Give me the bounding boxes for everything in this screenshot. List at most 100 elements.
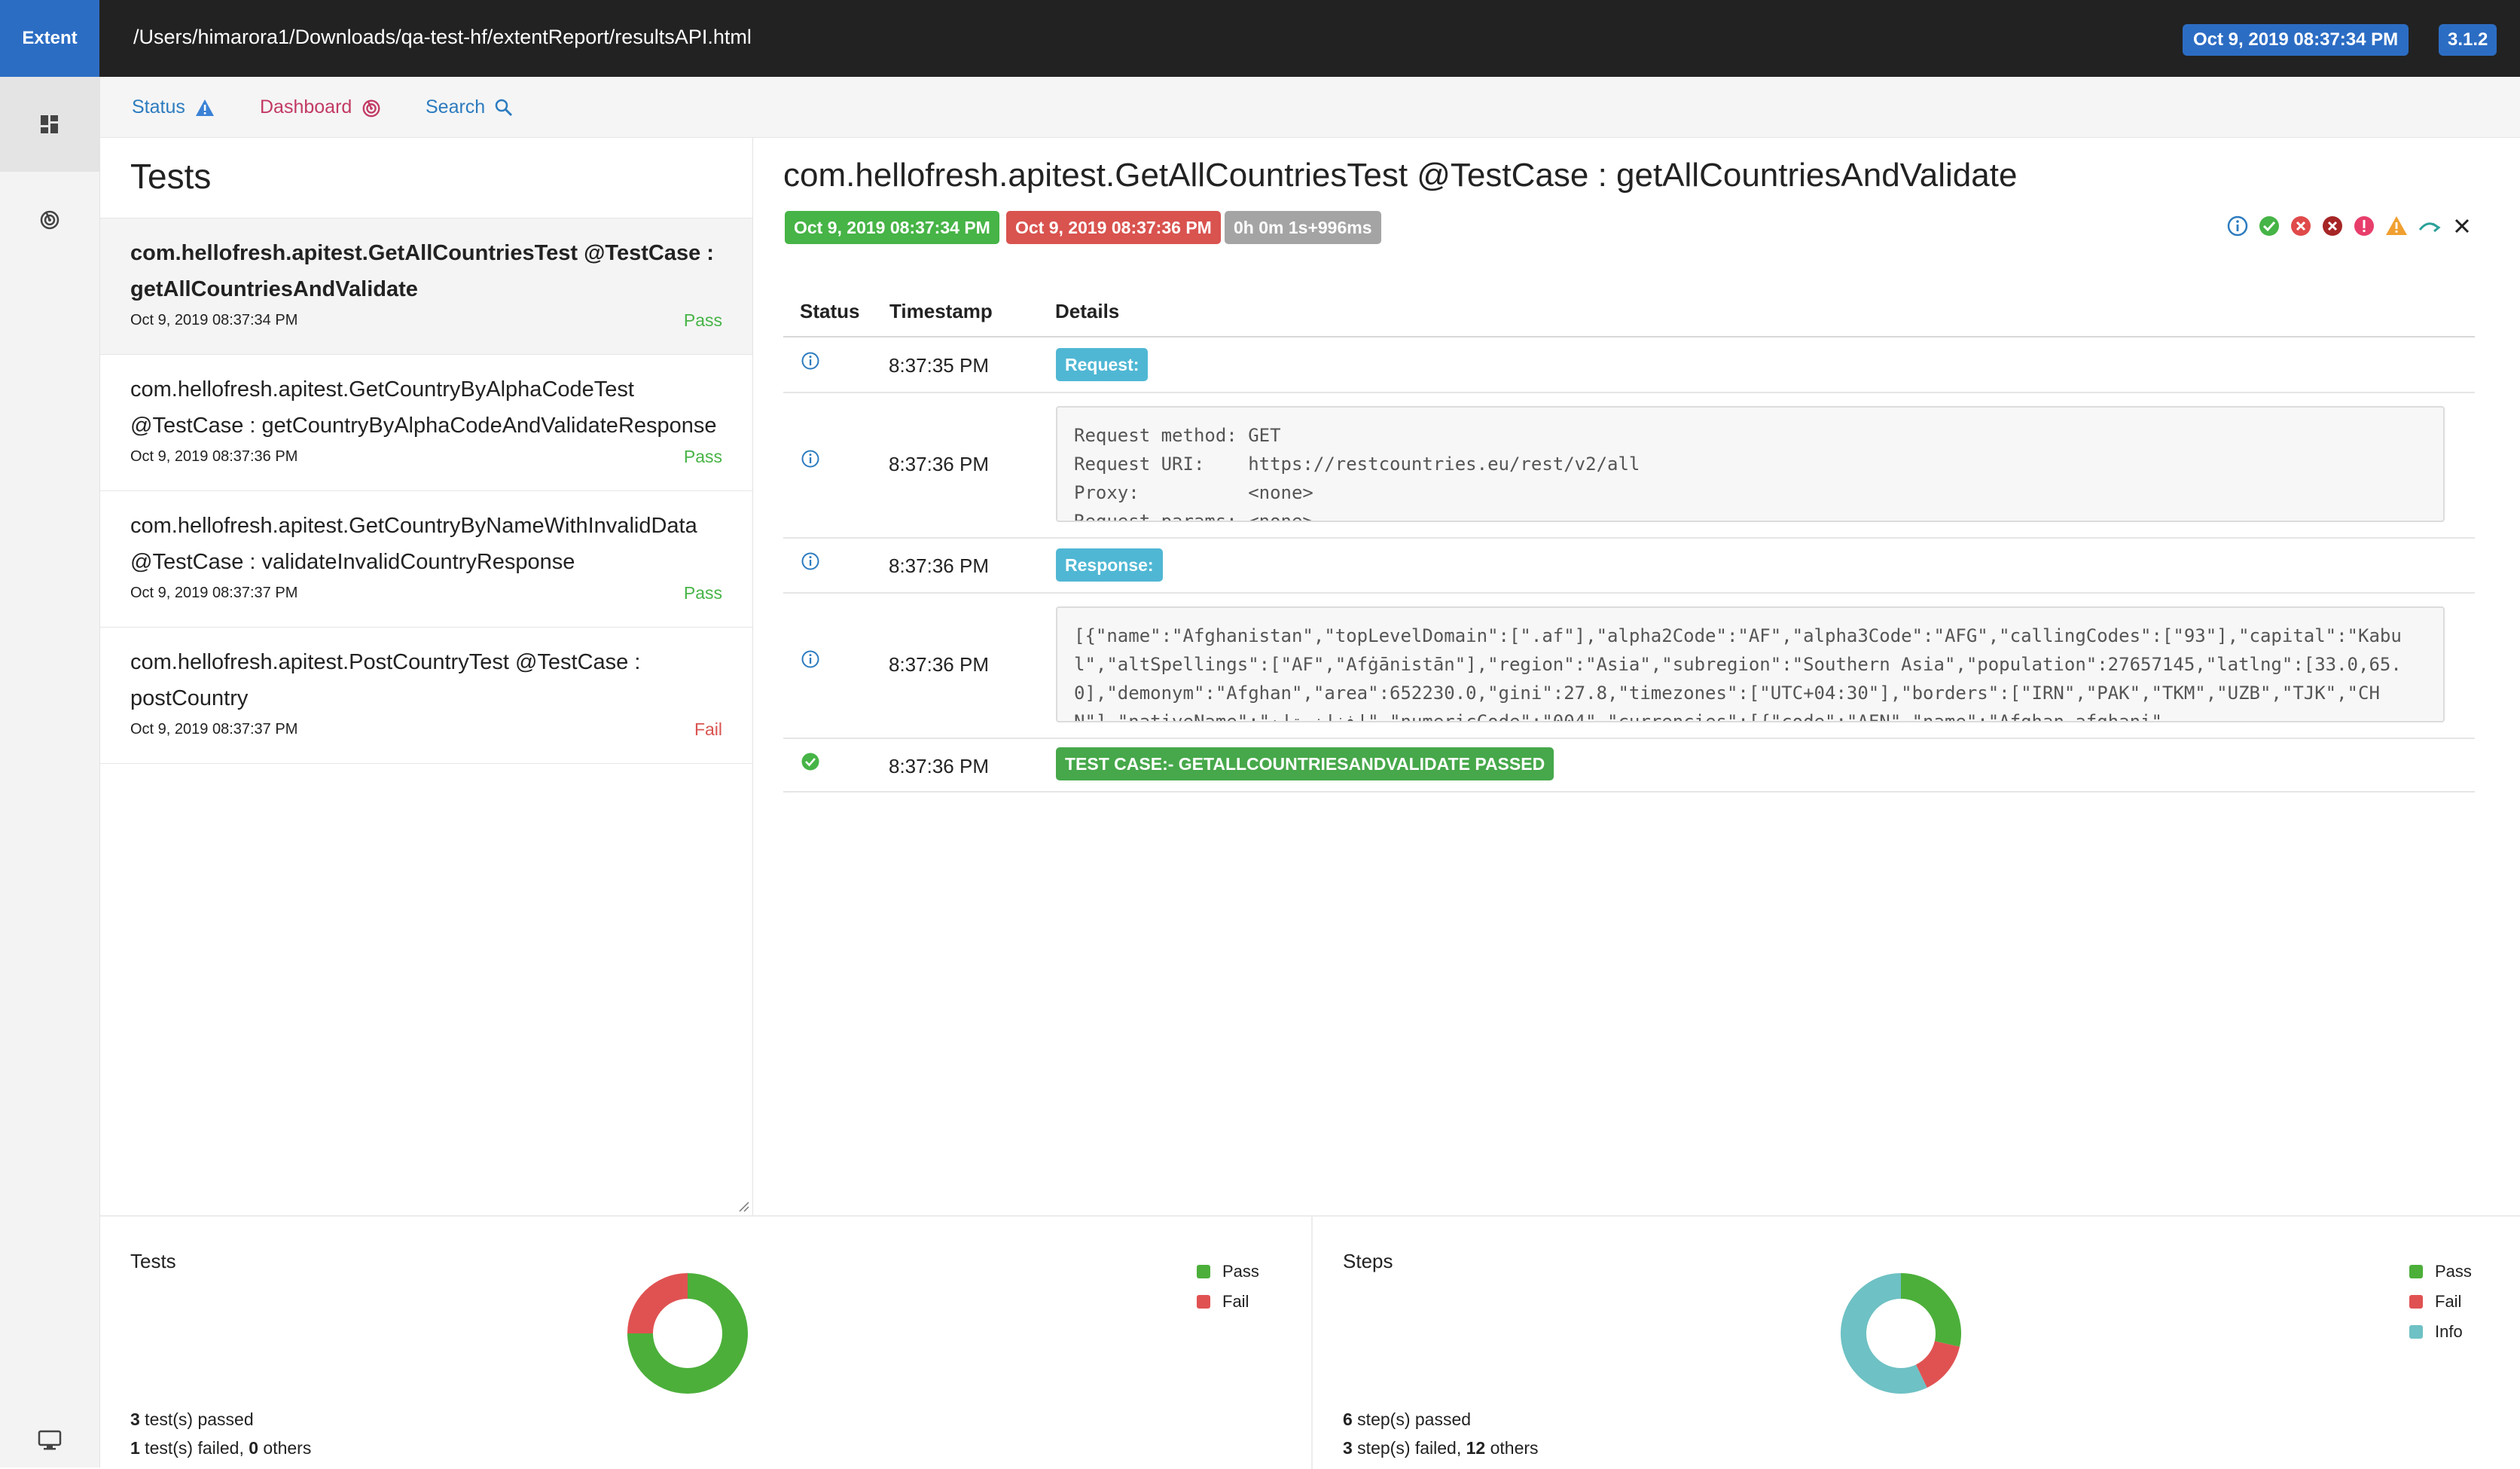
timestamp-column-header: Timestamp — [889, 300, 993, 322]
steps-passed-text: step(s) passed — [1352, 1409, 1472, 1429]
legend-swatch — [1197, 1295, 1210, 1309]
dashboard-summary: Tests Pass Fail 3 test(s) passed 1 test(… — [100, 1215, 2520, 1469]
steps-passed-summary: 6 step(s) passed — [1343, 1409, 1471, 1430]
sidebar — [0, 77, 100, 1467]
legend-swatch — [2409, 1325, 2423, 1339]
test-detail-title: com.hellofresh.apitest.GetAllCountriesTe… — [783, 157, 2018, 194]
test-item-name: com.hellofresh.apitest.GetCountryByAlpha… — [130, 377, 717, 438]
legend-item: Info — [2409, 1322, 2472, 1342]
brand-logo[interactable]: Extent — [0, 0, 99, 77]
steps-failed-count: 3 — [1343, 1438, 1353, 1458]
warning-triangle-icon — [195, 99, 214, 116]
log-row: 8:37:35 PM Request: — [783, 337, 2475, 393]
tests-panel: Tests com.hellofresh.apitest.GetAllCount… — [100, 138, 753, 1215]
sidebar-item-dashboard[interactable] — [0, 172, 99, 267]
request-label-badge: Request: — [1056, 348, 1149, 381]
status-filter-link[interactable]: Status — [132, 96, 215, 118]
test-item[interactable]: com.hellofresh.apitest.GetAllCountriesTe… — [100, 218, 752, 355]
info-icon — [801, 650, 819, 668]
tests-chart-title: Tests — [130, 1250, 176, 1272]
dashboard-radar-icon — [40, 210, 59, 230]
legend-swatch — [2409, 1265, 2423, 1278]
test-item-time: Oct 9, 2019 08:37:36 PM — [130, 448, 298, 465]
test-item[interactable]: com.hellofresh.apitest.PostCountryTest @… — [100, 627, 752, 764]
monitor-icon — [38, 1430, 62, 1450]
steps-chart-title: Steps — [1343, 1250, 1393, 1272]
response-label-badge: Response: — [1056, 548, 1163, 582]
legend-label: Info — [2435, 1322, 2463, 1341]
info-icon — [801, 450, 819, 468]
log-row: 8:37:36 PM [{"name":"Afghanistan","topLe… — [783, 593, 2475, 739]
tests-failed-text: test(s) failed, — [139, 1438, 249, 1458]
tests-chart-legend: Pass Fail — [1197, 1262, 1259, 1312]
version-badge: 3.1.2 — [2439, 24, 2497, 56]
log-time: 8:37:35 PM — [889, 354, 989, 377]
top-bar: Extent /Users/himarora1/Downloads/qa-tes… — [0, 0, 2520, 77]
test-item[interactable]: com.hellofresh.apitest.GetCountryByAlpha… — [100, 354, 752, 491]
skip-filter-icon[interactable] — [2418, 215, 2442, 237]
test-item-status: Pass — [683, 447, 722, 466]
test-passed-badge: TEST CASE:- GETALLCOUNTRIESANDVALIDATE P… — [1056, 747, 1554, 780]
request-details-text: Request method: GET Request URI: https:/… — [1074, 425, 1640, 522]
tests-others-text: others — [258, 1438, 312, 1458]
legend-label: Pass — [1222, 1262, 1259, 1281]
test-item-status: Pass — [683, 583, 722, 603]
info-icon — [801, 552, 819, 570]
status-filter-icons — [2226, 215, 2473, 237]
report-file-path: /Users/himarora1/Downloads/qa-test-hf/ex… — [133, 26, 752, 48]
legend-item: Pass — [2409, 1262, 2472, 1281]
sidebar-item-tests[interactable] — [0, 77, 99, 172]
fail-filter-icon[interactable] — [2290, 215, 2312, 237]
test-item-time: Oct 9, 2019 08:37:34 PM — [130, 312, 298, 328]
status-filter-label: Status — [132, 96, 185, 118]
legend-swatch — [2409, 1295, 2423, 1309]
log-row: 8:37:36 PM TEST CASE:- GETALLCOUNTRIESAN… — [783, 738, 2475, 793]
test-item-name: com.hellofresh.apitest.GetAllCountriesTe… — [130, 241, 714, 301]
response-details-textarea[interactable]: [{"name":"Afghanistan","topLevelDomain":… — [1056, 606, 2445, 722]
log-time: 8:37:36 PM — [889, 755, 989, 777]
search-link[interactable]: Search — [426, 96, 514, 118]
sidebar-item-environment[interactable] — [0, 1413, 99, 1467]
legend-item: Fail — [2409, 1292, 2472, 1312]
close-icon[interactable] — [2451, 215, 2473, 237]
fatal-filter-icon[interactable] — [2321, 215, 2344, 237]
test-item-time: Oct 9, 2019 08:37:37 PM — [130, 721, 298, 738]
duration-badge: 0h 0m 1s+996ms — [1225, 211, 1381, 244]
steps-chart-legend: Pass Fail Info — [2409, 1262, 2472, 1342]
steps-donut-chart — [1841, 1273, 1961, 1394]
info-filter-icon[interactable] — [2226, 215, 2249, 237]
report-time-badge: Oct 9, 2019 08:37:34 PM — [2183, 24, 2409, 56]
test-item[interactable]: com.hellofresh.apitest.GetCountryByNameW… — [100, 490, 752, 628]
request-details-textarea[interactable]: Request method: GET Request URI: https:/… — [1056, 406, 2445, 522]
test-item-time: Oct 9, 2019 08:37:37 PM — [130, 585, 298, 601]
steps-chart-card: Steps Pass Fail Info 6 step(s) passed 3 … — [1313, 1217, 2520, 1469]
test-item-status: Fail — [694, 719, 722, 739]
dashboard-link[interactable]: Dashboard — [260, 96, 382, 118]
test-item-name: com.hellofresh.apitest.PostCountryTest @… — [130, 650, 641, 710]
pass-filter-icon[interactable] — [2258, 215, 2281, 237]
dashboard-link-label: Dashboard — [260, 96, 352, 118]
legend-label: Fail — [1222, 1292, 1249, 1311]
end-time-badge: Oct 9, 2019 08:37:36 PM — [1006, 211, 1221, 244]
warning-filter-icon[interactable] — [2384, 215, 2409, 237]
test-item-name: com.hellofresh.apitest.GetCountryByNameW… — [130, 514, 697, 574]
tests-donut-chart — [627, 1273, 748, 1394]
tests-failed-count: 1 — [130, 1438, 140, 1458]
test-item-status: Pass — [683, 310, 722, 330]
error-filter-icon[interactable] — [2353, 215, 2375, 237]
legend-label: Pass — [2435, 1262, 2472, 1281]
tests-others-count: 0 — [249, 1438, 259, 1458]
legend-item: Pass — [1197, 1262, 1259, 1281]
search-icon — [495, 99, 513, 116]
info-icon — [801, 352, 819, 370]
response-details-text: [{"name":"Afghanistan","topLevelDomain":… — [1074, 625, 2402, 722]
log-time: 8:37:36 PM — [889, 554, 989, 577]
steps-passed-count: 6 — [1343, 1409, 1353, 1429]
status-column-header: Status — [800, 300, 860, 322]
resize-grip-icon[interactable] — [737, 1200, 749, 1212]
dashboard-radar-icon — [362, 99, 380, 117]
details-column-header: Details — [1055, 300, 1120, 322]
steps-others-text: others — [1485, 1438, 1539, 1458]
log-time: 8:37:36 PM — [889, 453, 989, 475]
log-row: 8:37:36 PM Response: — [783, 538, 2475, 594]
